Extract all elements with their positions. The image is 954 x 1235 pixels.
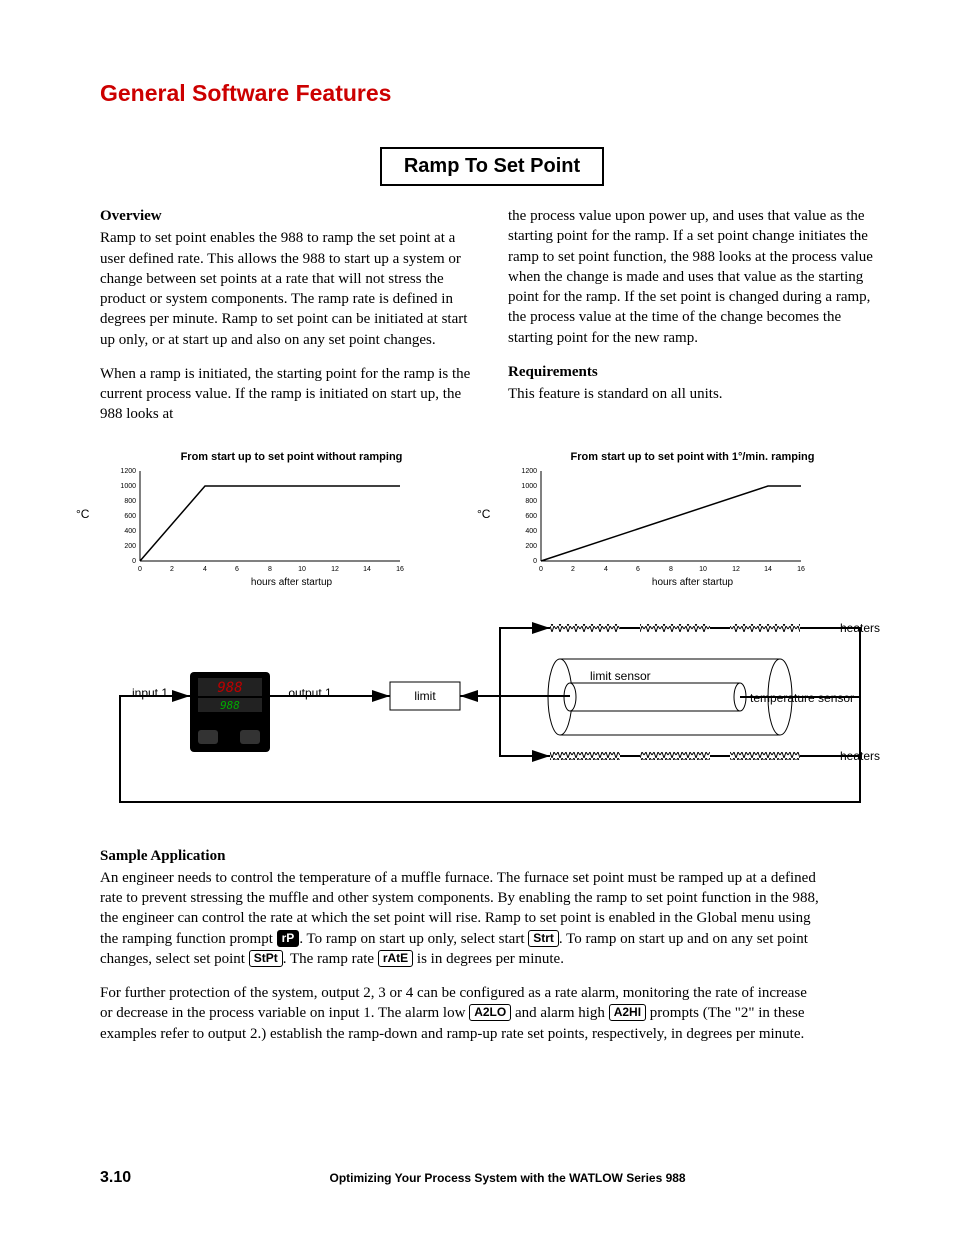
- svg-text:600: 600: [525, 513, 537, 520]
- page-footer: 3.10 Optimizing Your Process System with…: [100, 1169, 884, 1187]
- chart-without-ramping: From start up to set point without rampi…: [100, 451, 483, 588]
- svg-text:200: 200: [124, 543, 136, 550]
- svg-text:800: 800: [124, 498, 136, 505]
- sample-application: Sample Application An engineer needs to …: [100, 846, 820, 1044]
- svg-text:12: 12: [331, 566, 339, 573]
- svg-text:600: 600: [124, 513, 136, 520]
- svg-text:2: 2: [170, 566, 174, 573]
- overview-p2: When a ramp is initiated, the starting p…: [100, 364, 476, 425]
- svg-text:0: 0: [138, 566, 142, 573]
- requirements-heading: Requirements: [508, 362, 884, 382]
- overview-p3: the process value upon power up, and use…: [508, 206, 884, 348]
- chart-with-ramping: From start up to set point with 1°/min. …: [501, 451, 884, 588]
- svg-text:800: 800: [525, 498, 537, 505]
- chart2-svg: 0 200 400 600 800 1000 1200 0 2 4: [507, 465, 817, 575]
- svg-text:0: 0: [533, 558, 537, 565]
- svg-text:2: 2: [571, 566, 575, 573]
- svg-text:14: 14: [363, 566, 371, 573]
- svg-text:400: 400: [525, 528, 537, 535]
- svg-text:10: 10: [298, 566, 306, 573]
- prompt-a2lo-icon: A2LO: [469, 1004, 511, 1021]
- page-number: 3.10: [100, 1169, 131, 1187]
- sample-p1: An engineer needs to control the tempera…: [100, 868, 820, 969]
- chart2-xlabel: hours after startup: [501, 577, 884, 588]
- svg-text:200: 200: [525, 543, 537, 550]
- prompt-rate-icon: rAtE: [378, 950, 413, 967]
- prompt-a2hi-icon: A2HI: [609, 1004, 646, 1021]
- label-limit: limit: [414, 689, 436, 703]
- prompt-rp-icon: rP: [277, 930, 300, 947]
- two-column-body: Overview Ramp to set point enables the 9…: [100, 206, 884, 439]
- svg-text:4: 4: [203, 566, 207, 573]
- chart1-svg: 0 200 400 600 800 1000 1200 0 2 4: [106, 465, 416, 575]
- charts-row: From start up to set point without rampi…: [100, 451, 884, 588]
- requirements-p1: This feature is standard on all units.: [508, 384, 884, 404]
- feature-title-box: Ramp To Set Point: [380, 147, 604, 186]
- svg-text:1000: 1000: [120, 483, 136, 490]
- svg-text:6: 6: [235, 566, 239, 573]
- label-input1: input 1: [132, 686, 168, 700]
- svg-text:6: 6: [636, 566, 640, 573]
- overview-p1: Ramp to set point enables the 988 to ram…: [100, 228, 476, 350]
- chart1-yunit: °C: [76, 507, 89, 521]
- svg-text:8: 8: [669, 566, 673, 573]
- svg-text:4: 4: [604, 566, 608, 573]
- svg-text:12: 12: [732, 566, 740, 573]
- chart2-yunit: °C: [477, 507, 490, 521]
- sample-heading: Sample Application: [100, 846, 820, 866]
- svg-text:14: 14: [764, 566, 772, 573]
- chart2-title: From start up to set point with 1°/min. …: [501, 451, 884, 463]
- label-output1: output 1: [288, 686, 332, 700]
- svg-text:1000: 1000: [521, 483, 537, 490]
- section-heading: General Software Features: [100, 80, 884, 107]
- footer-text: Optimizing Your Process System with the …: [131, 1171, 884, 1185]
- svg-text:8: 8: [268, 566, 272, 573]
- controller-display-bottom: 988: [220, 699, 240, 712]
- svg-text:1200: 1200: [120, 468, 136, 475]
- svg-text:10: 10: [699, 566, 707, 573]
- sample-p2: For further protection of the system, ou…: [100, 983, 820, 1044]
- controller-display-top: 988: [217, 680, 242, 696]
- svg-text:400: 400: [124, 528, 136, 535]
- system-diagram: 988 988 input 1 output 1 limit he: [100, 602, 884, 822]
- svg-text:0: 0: [132, 558, 136, 565]
- svg-text:16: 16: [396, 566, 404, 573]
- svg-text:16: 16: [797, 566, 805, 573]
- chart1-title: From start up to set point without rampi…: [100, 451, 483, 463]
- svg-text:0: 0: [539, 566, 543, 573]
- overview-heading: Overview: [100, 206, 476, 226]
- label-limit-sensor: limit sensor: [590, 669, 651, 683]
- chart1-xlabel: hours after startup: [100, 577, 483, 588]
- svg-text:1200: 1200: [521, 468, 537, 475]
- prompt-stpt-icon: StPt: [249, 950, 283, 967]
- prompt-strt-icon: Strt: [528, 930, 559, 947]
